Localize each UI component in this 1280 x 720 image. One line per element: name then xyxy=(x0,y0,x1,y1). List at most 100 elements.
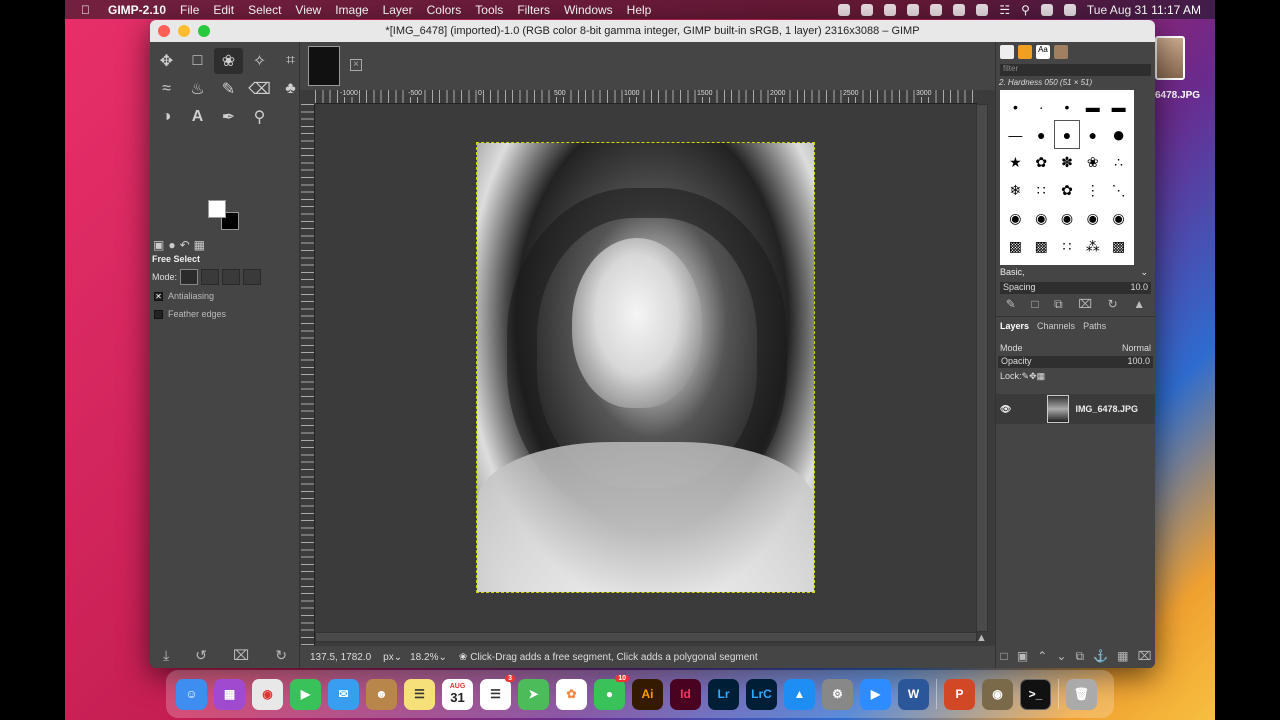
keyboard-input-icon[interactable] xyxy=(930,3,943,16)
brush-item[interactable]: ◉ xyxy=(1106,205,1131,232)
brush-item-selected[interactable]: ● xyxy=(1053,120,1081,149)
lock-alpha-icon[interactable]: ▦ xyxy=(1037,371,1046,382)
system-preferences-icon[interactable]: ⚙ xyxy=(822,678,853,710)
powerpoint-icon[interactable]: P xyxy=(944,678,975,710)
indesign-icon[interactable]: Id xyxy=(670,678,701,710)
brush-item[interactable]: ▬ xyxy=(1106,93,1131,120)
delete-layer-icon[interactable]: ⌧ xyxy=(1138,649,1152,664)
move-tool-icon[interactable]: ✥ xyxy=(152,48,181,74)
vertical-ruler[interactable] xyxy=(301,104,315,652)
bucket-fill-tool-icon[interactable]: ♨ xyxy=(183,76,212,102)
new-layer-group-icon[interactable]: ▣ xyxy=(1017,649,1028,664)
fg-bg-color-swatches[interactable] xyxy=(208,200,242,232)
brush-item[interactable]: ● xyxy=(1080,121,1105,148)
eraser-tool-icon[interactable]: ⌫ xyxy=(245,76,274,102)
duplicate-brush-icon[interactable]: ⧉ xyxy=(1054,297,1063,312)
zoom-dropdown-icon[interactable]: ⌄ xyxy=(438,652,446,663)
raise-layer-icon[interactable]: ⌃ xyxy=(1037,649,1047,664)
brush-item[interactable]: ▩ xyxy=(1106,233,1131,260)
screen-icon[interactable] xyxy=(884,3,897,16)
control-center-icon[interactable] xyxy=(1040,3,1053,16)
reminders-icon[interactable]: ☰ 3 xyxy=(480,674,515,710)
brush-item[interactable]: ◉ xyxy=(1080,205,1105,232)
spacing-value[interactable]: 10.0 xyxy=(1130,282,1148,294)
brush-filter-input[interactable]: filter xyxy=(1000,64,1151,76)
info-icon[interactable] xyxy=(953,3,966,16)
reset-options-icon[interactable]: ↻ xyxy=(275,647,287,664)
siri-icon[interactable] xyxy=(1063,3,1076,16)
terminal-icon[interactable]: >_ xyxy=(1020,678,1051,710)
lightroom-classic-icon[interactable]: LrC xyxy=(746,678,777,710)
mail-icon[interactable]: ✉ xyxy=(328,678,359,710)
lock-pixels-icon[interactable]: ✎ xyxy=(1022,371,1030,382)
menu-select[interactable]: Select xyxy=(248,3,281,17)
lower-layer-icon[interactable]: ⌄ xyxy=(1056,649,1066,664)
gimp-icon[interactable]: ◉ xyxy=(982,678,1013,710)
brush-item[interactable]: ❀ xyxy=(1080,149,1105,176)
chrome-icon[interactable]: ◉ xyxy=(252,678,283,710)
unit-dropdown-icon[interactable]: ⌄ xyxy=(394,652,402,663)
navigate-icon[interactable]: ▲ xyxy=(976,632,990,644)
calendar-icon[interactable]: AUG 31 xyxy=(442,678,473,710)
dodge-burn-tool-icon[interactable]: ◑ xyxy=(152,104,181,130)
image-canvas-photo[interactable] xyxy=(476,142,815,593)
spotlight-icon[interactable]: ⚲ xyxy=(1021,3,1030,17)
menu-image[interactable]: Image xyxy=(335,3,368,17)
record-icon[interactable] xyxy=(838,3,851,16)
maps-icon[interactable]: ➤ xyxy=(518,678,549,710)
menu-file[interactable]: File xyxy=(180,3,199,17)
brush-item[interactable]: ⋱ xyxy=(1106,177,1131,204)
document-history-tab-icon[interactable] xyxy=(1054,45,1068,59)
brush-item[interactable]: ▬ xyxy=(1080,93,1105,120)
contacts-icon[interactable]: ☻ xyxy=(366,678,397,710)
undo-history-tab-icon[interactable]: ↶ xyxy=(180,238,190,252)
anchor-layer-icon[interactable]: ⚓ xyxy=(1093,649,1108,664)
opacity-value[interactable]: 100.0 xyxy=(1127,356,1150,368)
menu-view[interactable]: View xyxy=(295,3,321,17)
patterns-tab-icon[interactable] xyxy=(1018,45,1032,59)
layer-mode-select[interactable]: Normal xyxy=(1122,343,1151,353)
open-brush-as-image-icon[interactable]: ▲ xyxy=(1133,297,1145,311)
brush-item[interactable]: ✿ xyxy=(1029,149,1054,176)
fuzzy-select-tool-icon[interactable]: ✧ xyxy=(245,48,274,74)
apple-icon[interactable]:  xyxy=(81,3,90,17)
feather-edges-checkbox[interactable] xyxy=(154,309,163,319)
feather-edges-option[interactable]: Feather edges xyxy=(154,309,226,319)
photos-icon[interactable]: ✿ xyxy=(556,678,587,710)
layer-opacity-slider[interactable]: Opacity 100.0 xyxy=(998,356,1153,368)
brush-item[interactable]: ◉ xyxy=(1055,205,1080,232)
antialiasing-checkbox[interactable]: ✕ xyxy=(154,291,163,301)
restore-options-icon[interactable]: ↺ xyxy=(195,647,207,664)
brush-item[interactable]: · xyxy=(1029,93,1054,120)
antialiasing-option[interactable]: ✕ Antialiasing xyxy=(154,291,214,301)
brushes-tab-icon[interactable] xyxy=(1000,45,1014,59)
brush-item[interactable]: ✽ xyxy=(1055,149,1080,176)
menu-filters[interactable]: Filters xyxy=(517,3,550,17)
zoom-tool-icon[interactable]: ⚲ xyxy=(245,104,274,130)
brush-item[interactable]: ● xyxy=(1029,121,1054,148)
brush-item[interactable]: ● xyxy=(1106,121,1131,148)
zoom-selector[interactable]: 18.2% xyxy=(410,652,438,663)
tab-paths[interactable]: Paths xyxy=(1083,321,1106,331)
word-icon[interactable]: W xyxy=(898,678,929,710)
horizontal-ruler[interactable]: -1000 -500 0 500 1000 1500 2000 2500 300… xyxy=(315,90,977,104)
brush-item[interactable]: ⋮ xyxy=(1080,177,1105,204)
facetime-icon[interactable]: ▶ xyxy=(290,678,321,710)
paintbrush-tool-icon[interactable]: ✎ xyxy=(214,76,243,102)
creative-cloud-icon[interactable] xyxy=(861,3,874,16)
brush-item[interactable]: — xyxy=(1003,121,1028,148)
layer-mask-icon[interactable]: ▦ xyxy=(1117,649,1128,664)
horizontal-scrollbar[interactable] xyxy=(315,632,977,642)
mode-add-button[interactable] xyxy=(201,269,220,285)
edit-brush-icon[interactable]: ✎ xyxy=(1006,297,1016,311)
brush-item[interactable]: ❄ xyxy=(1003,177,1028,204)
trash-icon[interactable]: 🗑︎ xyxy=(1066,678,1097,710)
battery-icon[interactable] xyxy=(976,3,989,16)
brush-item[interactable]: ★ xyxy=(1003,149,1028,176)
finder-icon[interactable]: ☺ xyxy=(176,678,207,710)
brush-item[interactable]: ∷ xyxy=(1055,233,1080,260)
tool-options-tab-icon[interactable]: ▣ xyxy=(153,238,164,252)
menu-tools[interactable]: Tools xyxy=(475,3,503,17)
eye-icon[interactable]: 👁︎ xyxy=(1000,404,1011,415)
lightroom-icon[interactable]: Lr xyxy=(708,678,739,710)
